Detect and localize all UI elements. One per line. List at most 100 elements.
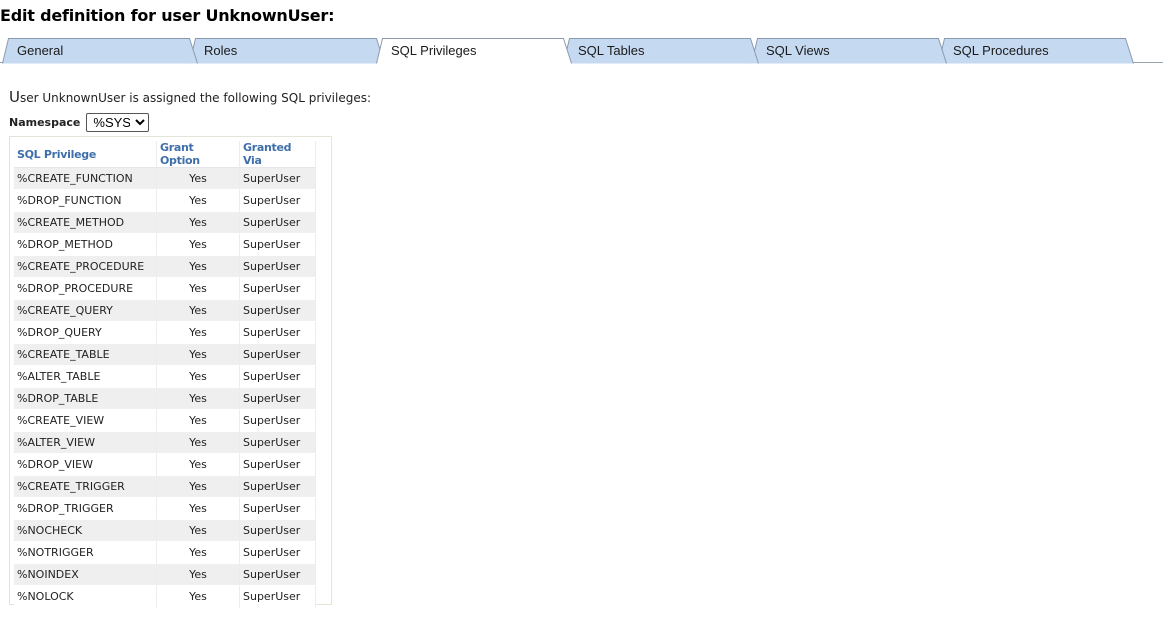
cell-grant-option: Yes bbox=[157, 168, 240, 190]
table-row: %CREATE_VIEW Yes SuperUser bbox=[14, 410, 316, 432]
cell-sql-privilege: %CREATE_VIEW bbox=[14, 410, 157, 432]
tab-sql-views[interactable]: SQL Views bbox=[751, 37, 947, 64]
cell-sql-privilege: %NOLOCK bbox=[14, 586, 157, 608]
table-row: %DROP_VIEW Yes SuperUser bbox=[14, 454, 316, 476]
cell-granted-via: SuperUser bbox=[240, 498, 316, 520]
cell-grant-option: Yes bbox=[157, 498, 240, 520]
cell-granted-via: SuperUser bbox=[240, 564, 316, 586]
cell-granted-via: SuperUser bbox=[240, 520, 316, 542]
tab-label: Roles bbox=[204, 43, 238, 58]
table-row: %DROP_PROCEDURE Yes SuperUser bbox=[14, 278, 316, 300]
cell-granted-via: SuperUser bbox=[240, 542, 316, 564]
privileges-table: SQL Privilege Grant Option Granted Via %… bbox=[14, 141, 316, 608]
cell-granted-via: SuperUser bbox=[240, 234, 316, 256]
cell-grant-option: Yes bbox=[157, 476, 240, 498]
cell-grant-option: Yes bbox=[157, 520, 240, 542]
column-header-grant-option[interactable]: Grant Option bbox=[157, 141, 240, 168]
table-row: %NOTRIGGER Yes SuperUser bbox=[14, 542, 316, 564]
cell-granted-via: SuperUser bbox=[240, 300, 316, 322]
intro-rest: ser UnknownUser is assigned the followin… bbox=[19, 91, 372, 105]
cell-granted-via: SuperUser bbox=[240, 278, 316, 300]
tab-label: SQL Tables bbox=[578, 43, 645, 58]
cell-sql-privilege: %DROP_VIEW bbox=[14, 454, 157, 476]
table-row: %CREATE_TABLE Yes SuperUser bbox=[14, 344, 316, 366]
cell-sql-privilege: %CREATE_QUERY bbox=[14, 300, 157, 322]
cell-granted-via: SuperUser bbox=[240, 168, 316, 190]
table-row: %CREATE_METHOD Yes SuperUser bbox=[14, 212, 316, 234]
cell-grant-option: Yes bbox=[157, 564, 240, 586]
cell-grant-option: Yes bbox=[157, 542, 240, 564]
cell-granted-via: SuperUser bbox=[240, 212, 316, 234]
cell-sql-privilege: %DROP_METHOD bbox=[14, 234, 157, 256]
namespace-select[interactable]: %SYS bbox=[86, 113, 150, 132]
cell-sql-privilege: %NOCHECK bbox=[14, 520, 157, 542]
page-title: Edit definition for user UnknownUser: bbox=[0, 6, 335, 25]
tab-bar: General Roles SQL Privileges SQL Tables … bbox=[0, 36, 1163, 64]
namespace-label: Namespace bbox=[9, 116, 81, 129]
table-row: %DROP_QUERY Yes SuperUser bbox=[14, 322, 316, 344]
table-row: %CREATE_TRIGGER Yes SuperUser bbox=[14, 476, 316, 498]
intro-initial: U bbox=[9, 88, 20, 106]
table-row: %DROP_FUNCTION Yes SuperUser bbox=[14, 190, 316, 212]
cell-grant-option: Yes bbox=[157, 278, 240, 300]
cell-grant-option: Yes bbox=[157, 388, 240, 410]
cell-grant-option: Yes bbox=[157, 322, 240, 344]
cell-grant-option: Yes bbox=[157, 432, 240, 454]
cell-granted-via: SuperUser bbox=[240, 432, 316, 454]
column-header-granted-via[interactable]: Granted Via bbox=[240, 141, 316, 168]
cell-granted-via: SuperUser bbox=[240, 344, 316, 366]
cell-granted-via: SuperUser bbox=[240, 366, 316, 388]
cell-sql-privilege: %DROP_PROCEDURE bbox=[14, 278, 157, 300]
cell-sql-privilege: %DROP_QUERY bbox=[14, 322, 157, 344]
cell-granted-via: SuperUser bbox=[240, 476, 316, 498]
privileges-table-body: %CREATE_FUNCTION Yes SuperUser %DROP_FUNCTI… bbox=[14, 168, 316, 608]
cell-grant-option: Yes bbox=[157, 234, 240, 256]
table-row: %DROP_TABLE Yes SuperUser bbox=[14, 388, 316, 410]
table-row: %CREATE_PROCEDURE Yes SuperUser bbox=[14, 256, 316, 278]
cell-grant-option: Yes bbox=[157, 212, 240, 234]
table-row: %ALTER_VIEW Yes SuperUser bbox=[14, 432, 316, 454]
tab-sql-tables[interactable]: SQL Tables bbox=[563, 37, 759, 64]
privileges-table-container: SQL Privilege Grant Option Granted Via %… bbox=[9, 136, 332, 608]
cell-grant-option: Yes bbox=[157, 190, 240, 212]
cell-sql-privilege: %ALTER_VIEW bbox=[14, 432, 157, 454]
table-row: %DROP_TRIGGER Yes SuperUser bbox=[14, 498, 316, 520]
cell-granted-via: SuperUser bbox=[240, 190, 316, 212]
cell-grant-option: Yes bbox=[157, 256, 240, 278]
table-row: %CREATE_FUNCTION Yes SuperUser bbox=[14, 168, 316, 190]
intro-text: User UnknownUser is assigned the followi… bbox=[9, 88, 371, 106]
cell-grant-option: Yes bbox=[157, 344, 240, 366]
column-header-sql-privilege[interactable]: SQL Privilege bbox=[14, 141, 157, 168]
cell-granted-via: SuperUser bbox=[240, 256, 316, 278]
cell-grant-option: Yes bbox=[157, 586, 240, 608]
table-header-row: SQL Privilege Grant Option Granted Via bbox=[14, 141, 316, 168]
tab-label: SQL Procedures bbox=[953, 43, 1049, 58]
tab-sql-procedures[interactable]: SQL Procedures bbox=[938, 37, 1134, 64]
cell-granted-via: SuperUser bbox=[240, 388, 316, 410]
cell-grant-option: Yes bbox=[157, 366, 240, 388]
table-row: %NOLOCK Yes SuperUser bbox=[14, 586, 316, 608]
tab-general[interactable]: General bbox=[2, 37, 198, 64]
cell-grant-option: Yes bbox=[157, 300, 240, 322]
tab-label: General bbox=[17, 43, 64, 58]
table-row: %DROP_METHOD Yes SuperUser bbox=[14, 234, 316, 256]
cell-sql-privilege: %NOTRIGGER bbox=[14, 542, 157, 564]
cell-sql-privilege: %CREATE_METHOD bbox=[14, 212, 157, 234]
table-row: %CREATE_QUERY Yes SuperUser bbox=[14, 300, 316, 322]
tab-roles[interactable]: Roles bbox=[189, 37, 385, 64]
cell-granted-via: SuperUser bbox=[240, 322, 316, 344]
cell-grant-option: Yes bbox=[157, 410, 240, 432]
cell-granted-via: SuperUser bbox=[240, 410, 316, 432]
cell-sql-privilege: %NOINDEX bbox=[14, 564, 157, 586]
cell-sql-privilege: %CREATE_TRIGGER bbox=[14, 476, 157, 498]
tab-label: SQL Privileges bbox=[391, 43, 477, 58]
table-row: %ALTER_TABLE Yes SuperUser bbox=[14, 366, 316, 388]
table-row: %NOINDEX Yes SuperUser bbox=[14, 564, 316, 586]
table-row: %NOCHECK Yes SuperUser bbox=[14, 520, 316, 542]
cell-sql-privilege: %DROP_FUNCTION bbox=[14, 190, 157, 212]
cell-granted-via: SuperUser bbox=[240, 454, 316, 476]
cell-grant-option: Yes bbox=[157, 454, 240, 476]
cell-sql-privilege: %ALTER_TABLE bbox=[14, 366, 157, 388]
tab-sql-privileges[interactable]: SQL Privileges bbox=[376, 37, 572, 64]
cell-sql-privilege: %CREATE_PROCEDURE bbox=[14, 256, 157, 278]
